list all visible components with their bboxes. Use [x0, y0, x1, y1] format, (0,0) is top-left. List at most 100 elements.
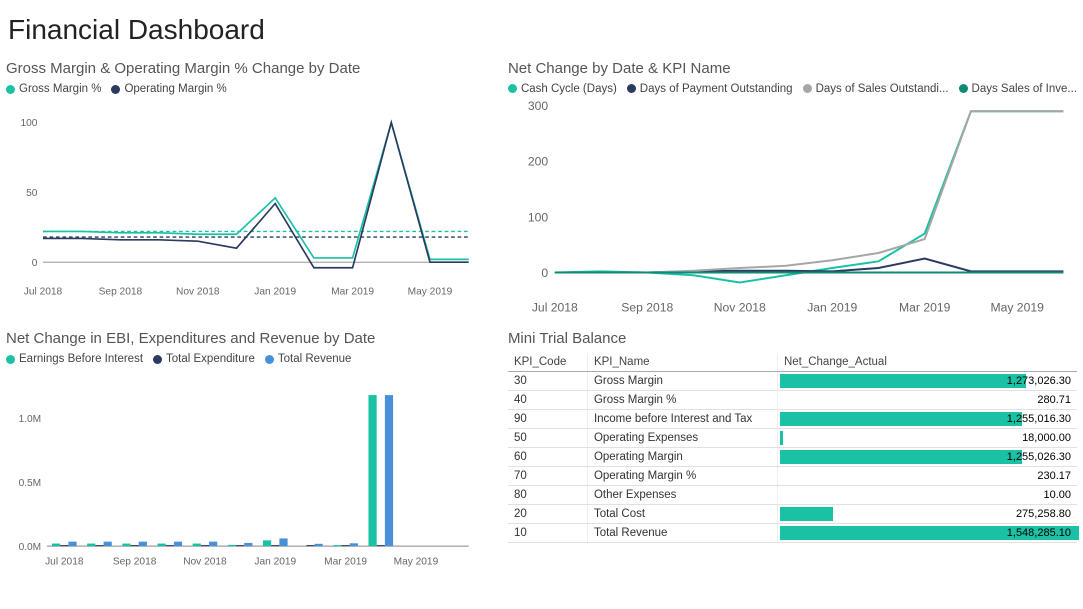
bar-fill: [780, 450, 1022, 464]
svg-text:Jan 2019: Jan 2019: [807, 300, 857, 314]
legend: Cash Cycle (Days) Days of Payment Outsta…: [508, 83, 1077, 95]
table-row[interactable]: 60Operating Margin 1,255,026.30: [508, 448, 1077, 467]
cell-code: 10: [508, 524, 588, 542]
cell-value: 275,258.80: [1016, 508, 1071, 520]
chart-line-margin[interactable]: 050100Jul 2018Sep 2018Nov 2018Jan 2019Ma…: [6, 99, 478, 320]
chart-title: Mini Trial Balance: [508, 330, 1077, 347]
cell-code: 70: [508, 467, 588, 485]
bar-fill: [780, 431, 783, 445]
legend-item-days-payment[interactable]: Days of Payment Outstanding: [627, 83, 793, 95]
cell-value: 10.00: [1043, 489, 1071, 501]
cell-name: Income before Interest and Tax: [588, 410, 778, 428]
cell-name: Total Cost: [588, 505, 778, 523]
swatch-icon: [803, 84, 812, 93]
svg-text:100: 100: [528, 210, 549, 224]
svg-text:Nov 2018: Nov 2018: [183, 557, 227, 568]
table-row[interactable]: 90Income before Interest and Tax1,255,01…: [508, 410, 1077, 429]
table-row[interactable]: 70Operating Margin % 230.17: [508, 467, 1077, 486]
svg-text:Jan 2019: Jan 2019: [254, 287, 296, 298]
cell-name: Gross Margin: [588, 372, 778, 390]
legend-label: Earnings Before Interest: [19, 353, 143, 365]
table-row[interactable]: 40Gross Margin %280.71: [508, 391, 1077, 410]
col-header-name[interactable]: KPI_Name: [588, 353, 778, 371]
chart-line-kpi[interactable]: 0100200300Jul 2018Sep 2018Nov 2018Jan 20…: [508, 99, 1077, 320]
page-title: Financial Dashboard: [8, 14, 1077, 46]
legend-item-days-inventory[interactable]: Days Sales of Inve...: [959, 83, 1077, 95]
svg-text:Nov 2018: Nov 2018: [714, 300, 766, 314]
dashboard-grid: Gross Margin & Operating Margin % Change…: [6, 60, 1077, 590]
svg-text:Sep 2018: Sep 2018: [99, 287, 143, 298]
cell-bar: 230.17: [778, 467, 1077, 485]
swatch-icon: [111, 85, 120, 94]
swatch-icon: [265, 355, 274, 364]
svg-text:Jul 2018: Jul 2018: [45, 557, 84, 568]
cell-name: Gross Margin %: [588, 391, 778, 409]
svg-text:May 2019: May 2019: [990, 300, 1044, 314]
swatch-icon: [6, 85, 15, 94]
swatch-icon: [959, 84, 968, 93]
legend-label: Cash Cycle (Days): [521, 83, 617, 95]
svg-text:Mar 2019: Mar 2019: [324, 557, 367, 568]
chart-bar-ebi[interactable]: 0.0M0.5M1.0MJul 2018Sep 2018Nov 2018Jan …: [6, 369, 478, 590]
cell-name: Operating Margin %: [588, 467, 778, 485]
cell-name: Total Revenue: [588, 524, 778, 542]
svg-text:0.5M: 0.5M: [19, 478, 42, 489]
table-header-row: KPI_Code KPI_Name Net_Change_Actual: [508, 353, 1077, 372]
legend-label: Total Expenditure: [166, 353, 255, 365]
col-header-code[interactable]: KPI_Code: [508, 353, 588, 371]
legend-item-total-revenue[interactable]: Total Revenue: [265, 353, 352, 365]
legend-item-operating-margin[interactable]: Operating Margin %: [111, 83, 226, 95]
chart-title: Net Change by Date & KPI Name: [508, 60, 1077, 77]
cell-name: Operating Expenses: [588, 429, 778, 447]
svg-text:50: 50: [26, 188, 38, 199]
bar-fill: [780, 507, 833, 521]
svg-text:300: 300: [528, 99, 549, 113]
svg-text:May 2019: May 2019: [408, 287, 453, 298]
legend-label: Operating Margin %: [124, 83, 226, 95]
svg-text:0: 0: [541, 266, 548, 280]
legend-item-days-sales[interactable]: Days of Sales Outstandi...: [803, 83, 949, 95]
cell-bar: 1,548,285.10: [778, 524, 1077, 542]
cell-value: 230.17: [1037, 470, 1071, 482]
svg-text:May 2019: May 2019: [394, 557, 439, 568]
legend-item-gross-margin[interactable]: Gross Margin %: [6, 83, 101, 95]
swatch-icon: [6, 355, 15, 364]
cell-value: 280.71: [1037, 394, 1071, 406]
bar-fill: [780, 374, 1026, 388]
cell-bar: 1,255,016.30: [778, 410, 1077, 428]
table-row[interactable]: 20Total Cost 275,258.80: [508, 505, 1077, 524]
swatch-icon: [153, 355, 162, 364]
table-row[interactable]: 50Operating Expenses18,000.00: [508, 429, 1077, 448]
chart-title: Gross Margin & Operating Margin % Change…: [6, 60, 478, 77]
col-header-value[interactable]: Net_Change_Actual: [778, 353, 1077, 371]
cell-name: Operating Margin: [588, 448, 778, 466]
table-row[interactable]: 80Other Expenses 10.00: [508, 486, 1077, 505]
legend-item-ebi[interactable]: Earnings Before Interest: [6, 353, 143, 365]
svg-text:200: 200: [528, 155, 549, 169]
table-row[interactable]: 10Total Revenue 1,548,285.10: [508, 524, 1077, 543]
cell-name: Other Expenses: [588, 486, 778, 504]
svg-text:1.0M: 1.0M: [19, 414, 42, 425]
cell-bar: 275,258.80: [778, 505, 1077, 523]
table-row[interactable]: 30Gross Margin1,273,026.30: [508, 372, 1077, 391]
legend-label: Total Revenue: [278, 353, 352, 365]
cell-code: 80: [508, 486, 588, 504]
svg-text:Jul 2018: Jul 2018: [24, 287, 63, 298]
legend-item-total-expend[interactable]: Total Expenditure: [153, 353, 255, 365]
cell-code: 60: [508, 448, 588, 466]
cell-value: 1,548,285.10: [1007, 527, 1071, 539]
legend: Earnings Before Interest Total Expenditu…: [6, 353, 478, 365]
svg-text:100: 100: [21, 118, 38, 129]
cell-bar: 1,273,026.30: [778, 372, 1077, 390]
cell-bar: 18,000.00: [778, 429, 1077, 447]
cell-bar: 280.71: [778, 391, 1077, 409]
cell-code: 30: [508, 372, 588, 390]
cell-value: 18,000.00: [1022, 432, 1071, 444]
svg-text:Sep 2018: Sep 2018: [621, 300, 673, 314]
legend-item-cash-cycle[interactable]: Cash Cycle (Days): [508, 83, 617, 95]
tile-ebi-expend-revenue: Net Change in EBI, Expenditures and Reve…: [6, 330, 478, 590]
legend: Gross Margin % Operating Margin %: [6, 83, 478, 95]
cell-value: 1,255,026.30: [1007, 451, 1071, 463]
svg-text:Mar 2019: Mar 2019: [331, 287, 374, 298]
cell-code: 20: [508, 505, 588, 523]
